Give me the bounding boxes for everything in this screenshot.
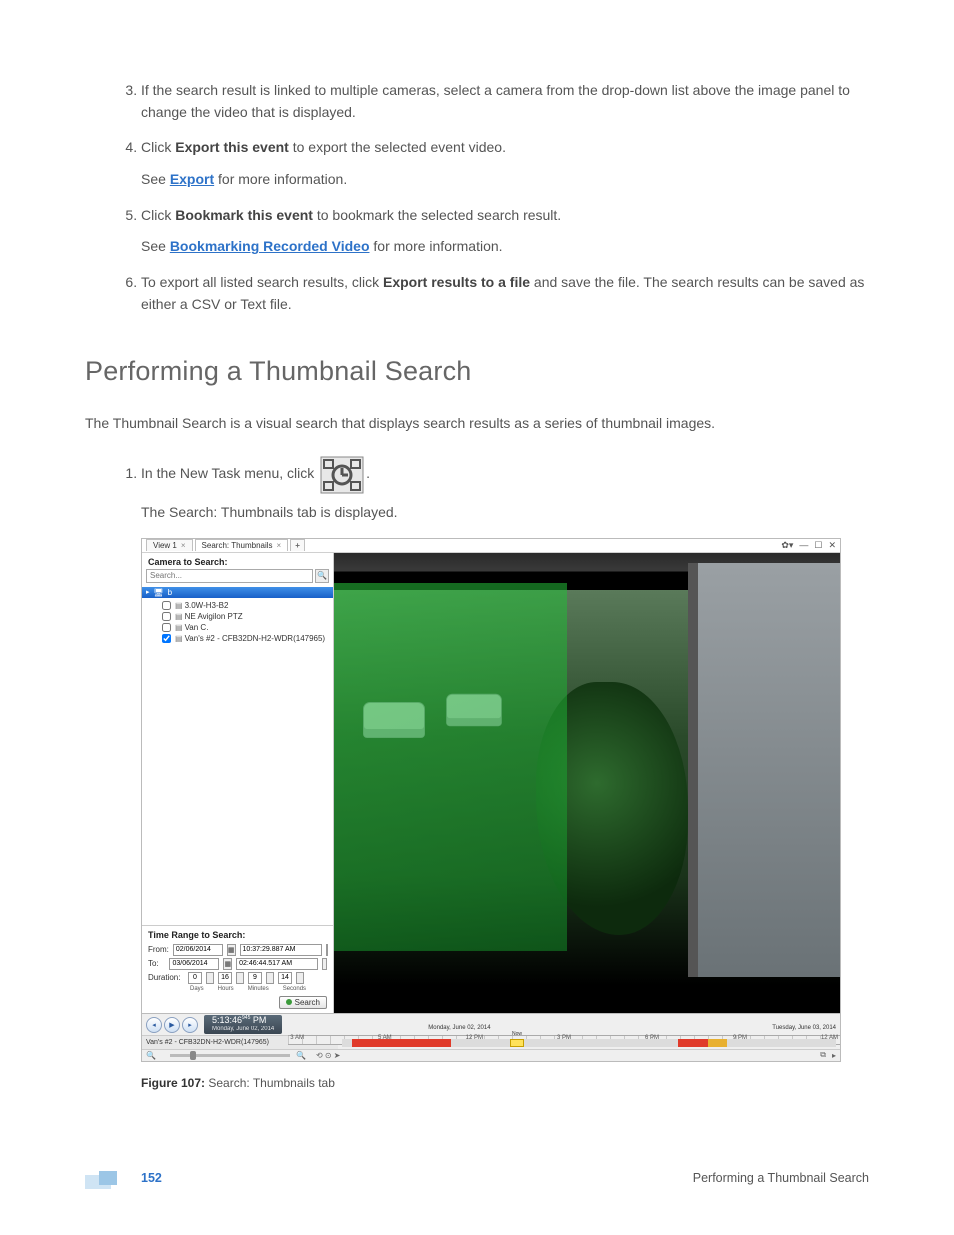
- tree-item-checkbox[interactable]: [162, 612, 171, 621]
- proc-step-1-note: The Search: Thumbnails tab is displayed.: [141, 502, 869, 524]
- tree-item-checkbox[interactable]: [162, 634, 171, 643]
- zoom-out-icon[interactable]: 🔍: [146, 1051, 156, 1060]
- step-3: If the search result is linked to multip…: [141, 80, 869, 123]
- to-label: To:: [148, 959, 165, 968]
- step-4: Click Export this event to export the se…: [141, 137, 869, 190]
- tree-item[interactable]: NE Avigilon PTZ: [144, 611, 331, 622]
- step-3-text: If the search result is linked to multip…: [141, 82, 850, 120]
- minimize-icon[interactable]: —: [799, 540, 808, 551]
- spinner-icon[interactable]: [326, 944, 328, 956]
- play-button[interactable]: ▶: [164, 1017, 180, 1033]
- search-button[interactable]: Search: [279, 996, 327, 1009]
- sidebar: Camera to Search: 🔍 🖥 b 3.0W-H3-B2 NE Av…: [142, 553, 334, 1013]
- from-date-input[interactable]: [173, 944, 223, 956]
- zoom-slider[interactable]: [170, 1054, 290, 1057]
- close-icon[interactable]: ×: [277, 541, 282, 550]
- section-intro: The Thumbnail Search is a visual search …: [85, 413, 869, 434]
- step-5: Click Bookmark this event to bookmark th…: [141, 205, 869, 258]
- tree-root[interactable]: 🖥 b: [142, 587, 333, 598]
- spinner-icon[interactable]: [296, 972, 304, 984]
- search-dot-icon: [286, 999, 292, 1005]
- duration-hours-input[interactable]: [218, 972, 232, 984]
- step-back-button[interactable]: ◂: [146, 1017, 162, 1033]
- tree-item-checkbox[interactable]: [162, 623, 171, 632]
- app-screenshot: View 1× Search: Thumbnails× + ✿▾ — ☐ ✕ C…: [141, 538, 841, 1062]
- tree-item[interactable]: 3.0W-H3-B2: [144, 600, 331, 611]
- calendar-icon[interactable]: ▦: [223, 958, 232, 970]
- spinner-icon[interactable]: [206, 972, 214, 984]
- spinner-icon[interactable]: [266, 972, 274, 984]
- app-titlebar: View 1× Search: Thumbnails× + ✿▾ — ☐ ✕: [142, 539, 840, 553]
- timeline-scroll-right[interactable]: ▸: [832, 1051, 836, 1060]
- timeline-day-left: Monday, June 02, 2014: [428, 1025, 490, 1031]
- tab-add[interactable]: +: [290, 539, 305, 551]
- camera-search-input[interactable]: [146, 569, 313, 583]
- spinner-icon[interactable]: [236, 972, 244, 984]
- timeline-tool-icon[interactable]: ⟲ ⊙ ➤: [316, 1051, 341, 1060]
- time-panel-title: Time Range to Search:: [148, 930, 327, 942]
- timeline-export-icon[interactable]: ⧉: [820, 1050, 826, 1060]
- camera-panel-title: Camera to Search:: [142, 553, 333, 569]
- close-icon[interactable]: ×: [181, 541, 186, 550]
- proc-step-1: In the New Task menu, click . The Search…: [141, 456, 869, 524]
- link-export[interactable]: Export: [170, 171, 214, 187]
- duration-minutes-input[interactable]: [248, 972, 262, 984]
- tree-item-checkbox[interactable]: [162, 601, 171, 610]
- calendar-icon[interactable]: ▦: [227, 944, 236, 956]
- gear-icon[interactable]: ✿▾: [781, 540, 793, 551]
- tab-search-thumbnails[interactable]: Search: Thumbnails×: [195, 539, 289, 551]
- search-icon[interactable]: 🔍: [315, 569, 329, 583]
- duration-label: Duration:: [148, 973, 184, 982]
- tab-view1[interactable]: View 1×: [146, 539, 193, 551]
- link-bookmarking[interactable]: Bookmarking Recorded Video: [170, 238, 370, 254]
- maximize-icon[interactable]: ☐: [814, 540, 822, 551]
- to-time-input[interactable]: [236, 958, 318, 970]
- thumbnail-search-icon: [320, 456, 364, 501]
- from-label: From:: [148, 945, 169, 954]
- camera-tree: 3.0W-H3-B2 NE Avigilon PTZ Van C. Van's …: [142, 598, 333, 925]
- duration-days-input[interactable]: [188, 972, 202, 984]
- from-time-input[interactable]: [240, 944, 322, 956]
- duration-seconds-input[interactable]: [278, 972, 292, 984]
- timeline: ◂ ▶ ▸ 5:13:46945 PM Monday, June 02, 201…: [142, 1013, 840, 1061]
- to-date-input[interactable]: [169, 958, 219, 970]
- spinner-icon[interactable]: [322, 958, 327, 970]
- step-forward-button[interactable]: ▸: [182, 1017, 198, 1033]
- section-heading: Performing a Thumbnail Search: [85, 356, 869, 387]
- video-preview[interactable]: [334, 553, 840, 1013]
- time-range-panel: Time Range to Search: From: ▦ To: ▦: [142, 925, 333, 1013]
- tree-item[interactable]: Van's #2 - CFB32DN-H2-WDR(147965): [144, 633, 331, 644]
- page-number: 152: [141, 1171, 162, 1185]
- figure-caption: Figure 107: Search: Thumbnails tab: [141, 1076, 869, 1090]
- close-window-icon[interactable]: ✕: [828, 540, 836, 551]
- timeline-track[interactable]: Now: [342, 1039, 836, 1047]
- tree-item[interactable]: Van C.: [144, 622, 331, 633]
- timeline-day-right: Tuesday, June 03, 2014: [772, 1025, 836, 1031]
- step-6: To export all listed search results, cli…: [141, 272, 869, 315]
- footer-title: Performing a Thumbnail Search: [693, 1171, 869, 1185]
- current-timestamp: 5:13:46945 PM Monday, June 02, 2014: [204, 1015, 282, 1033]
- zoom-in-icon[interactable]: 🔍: [296, 1051, 306, 1060]
